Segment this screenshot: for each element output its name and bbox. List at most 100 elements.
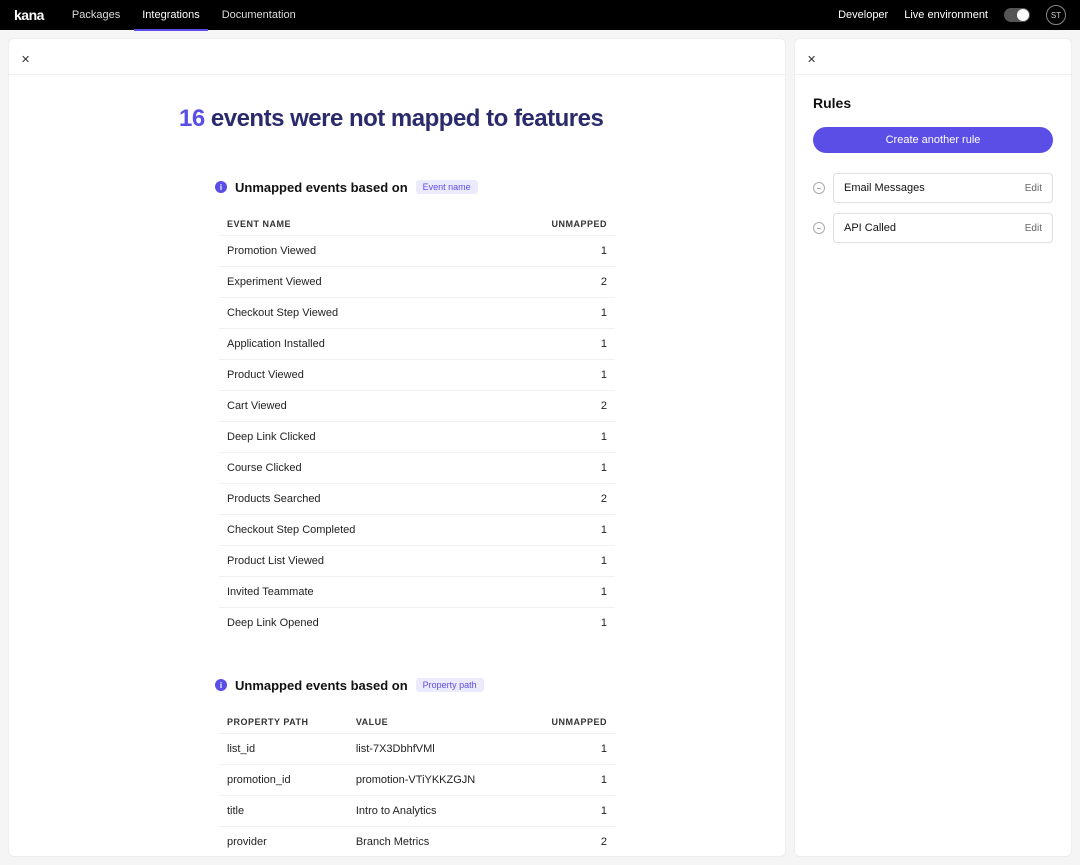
rule-box[interactable]: Email Messages Edit [833, 173, 1053, 203]
table-row[interactable]: Application Installed1 [219, 328, 615, 359]
rule-edit-link[interactable]: Edit [1025, 183, 1042, 194]
unmapped-cell: 1 [484, 545, 615, 576]
close-icon[interactable] [807, 50, 821, 64]
table-row[interactable]: Experiment Viewed2 [219, 266, 615, 297]
col-unmapped: UNMAPPED [484, 213, 615, 236]
rule-name: API Called [844, 222, 896, 234]
nav-packages[interactable]: Packages [72, 0, 120, 30]
table-row[interactable]: Product Viewed1 [219, 359, 615, 390]
section-header: i Unmapped events based on Event name [215, 180, 615, 195]
unmapped-cell: 1 [484, 328, 615, 359]
remove-rule-icon[interactable]: − [813, 182, 825, 194]
info-icon: i [215, 679, 227, 691]
rule-name: Email Messages [844, 182, 925, 194]
table-row[interactable]: Deep Link Clicked1 [219, 421, 615, 452]
unmapped-cell: 1 [484, 576, 615, 607]
nav-integrations[interactable]: Integrations [142, 0, 199, 30]
table-row[interactable]: Deep Link Opened1 [219, 607, 615, 638]
table-row[interactable]: Course Clicked1 [219, 452, 615, 483]
event-name-cell: Course Clicked [219, 452, 484, 483]
remove-rule-icon[interactable]: − [813, 222, 825, 234]
rules-panel-header [795, 39, 1071, 75]
table-row[interactable]: Products Searched2 [219, 483, 615, 514]
col-value: VALUE [348, 711, 523, 734]
table-row[interactable]: Product List Viewed1 [219, 545, 615, 576]
unmapped-cell: 2 [523, 826, 615, 856]
unmapped-count: 16 [179, 105, 205, 132]
table-row[interactable]: Cart Viewed2 [219, 390, 615, 421]
user-avatar[interactable]: ST [1046, 5, 1066, 25]
rules-title: Rules [813, 95, 1053, 111]
main-panel-header [9, 39, 785, 75]
unmapped-cell: 2 [484, 483, 615, 514]
unmapped-cell: 2 [484, 390, 615, 421]
main-panel-body: 16 events were not mapped to features i … [9, 75, 785, 856]
logo: kana [14, 7, 44, 23]
section-title: Unmapped events based on [235, 678, 408, 693]
table-row[interactable]: list_idlist-7X3DbhfVMl1 [219, 733, 615, 764]
unmapped-cell: 1 [484, 297, 615, 328]
value-cell: list-7X3DbhfVMl [348, 733, 523, 764]
close-icon[interactable] [21, 50, 35, 64]
event-name-cell: Product Viewed [219, 359, 484, 390]
property-path-cell: provider [219, 826, 348, 856]
property-path-cell: promotion_id [219, 764, 348, 795]
event-name-cell: Deep Link Clicked [219, 421, 484, 452]
nav-documentation[interactable]: Documentation [222, 0, 296, 30]
value-cell: promotion-VTiYKKZGJN [348, 764, 523, 795]
unmapped-cell: 1 [484, 421, 615, 452]
rule-edit-link[interactable]: Edit [1025, 223, 1042, 234]
unmapped-cell: 1 [484, 607, 615, 638]
environment-toggle[interactable] [1004, 8, 1030, 22]
unmapped-cell: 1 [484, 235, 615, 266]
event-name-table: EVENT NAME UNMAPPED Promotion Viewed1Exp… [219, 213, 615, 638]
nav-right: Developer Live environment ST [838, 5, 1066, 25]
event-name-cell: Experiment Viewed [219, 266, 484, 297]
rule-row: − Email Messages Edit [813, 173, 1053, 203]
value-cell: Intro to Analytics [348, 795, 523, 826]
create-rule-button[interactable]: Create another rule [813, 127, 1053, 153]
event-name-cell: Checkout Step Viewed [219, 297, 484, 328]
table-row[interactable]: Promotion Viewed1 [219, 235, 615, 266]
table-row[interactable]: promotion_idpromotion-VTiYKKZGJN1 [219, 764, 615, 795]
table-row[interactable]: providerBranch Metrics2 [219, 826, 615, 856]
event-name-cell: Checkout Step Completed [219, 514, 484, 545]
rules-panel-body: Rules Create another rule −Email Message… [795, 75, 1071, 856]
page-title: 16 events were not mapped to features [179, 105, 615, 134]
property-path-table: PROPERTY PATH VALUE UNMAPPED list_idlist… [219, 711, 615, 856]
unmapped-property-path-section: i Unmapped events based on Property path… [219, 678, 615, 856]
col-property-path: PROPERTY PATH [219, 711, 348, 734]
value-cell: Branch Metrics [348, 826, 523, 856]
unmapped-cell: 1 [484, 514, 615, 545]
col-unmapped: UNMAPPED [523, 711, 615, 734]
unmapped-cell: 1 [484, 452, 615, 483]
event-name-cell: Cart Viewed [219, 390, 484, 421]
unmapped-cell: 2 [484, 266, 615, 297]
event-name-cell: Deep Link Opened [219, 607, 484, 638]
event-name-cell: Product List Viewed [219, 545, 484, 576]
title-text: events were not mapped to features [205, 105, 604, 132]
col-event-name: EVENT NAME [219, 213, 484, 236]
section-chip: Property path [416, 678, 484, 692]
table-row[interactable]: titleIntro to Analytics1 [219, 795, 615, 826]
property-path-cell: title [219, 795, 348, 826]
event-name-cell: Promotion Viewed [219, 235, 484, 266]
rule-box[interactable]: API Called Edit [833, 213, 1053, 243]
event-name-cell: Invited Teammate [219, 576, 484, 607]
section-chip: Event name [416, 180, 478, 194]
rule-row: − API Called Edit [813, 213, 1053, 243]
info-icon: i [215, 181, 227, 193]
nav-developer[interactable]: Developer [838, 9, 888, 21]
event-name-cell: Products Searched [219, 483, 484, 514]
main-panel: 16 events were not mapped to features i … [8, 38, 786, 857]
section-title: Unmapped events based on [235, 180, 408, 195]
unmapped-cell: 1 [523, 733, 615, 764]
unmapped-cell: 1 [484, 359, 615, 390]
table-row[interactable]: Checkout Step Completed1 [219, 514, 615, 545]
table-row[interactable]: Invited Teammate1 [219, 576, 615, 607]
top-nav: kana Packages Integrations Documentation… [0, 0, 1080, 30]
table-row[interactable]: Checkout Step Viewed1 [219, 297, 615, 328]
unmapped-cell: 1 [523, 795, 615, 826]
unmapped-cell: 1 [523, 764, 615, 795]
property-path-cell: list_id [219, 733, 348, 764]
